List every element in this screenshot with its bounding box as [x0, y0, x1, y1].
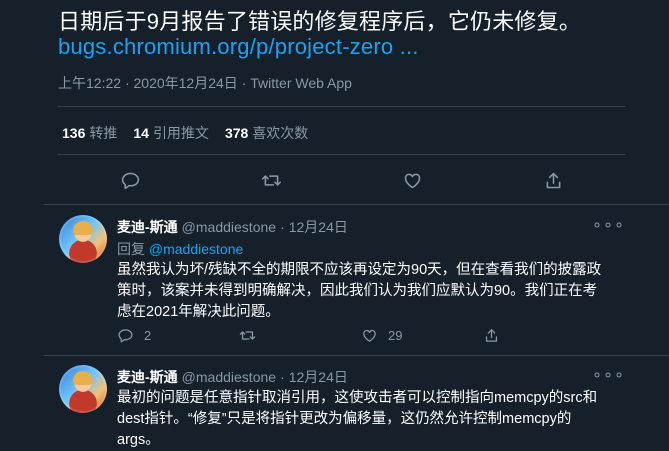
- tweet-link[interactable]: bugs.chromium.org/p/project-zero ...: [58, 34, 419, 60]
- reply-count: 2: [144, 328, 152, 343]
- author-name[interactable]: 麦迪-斯通: [117, 369, 178, 385]
- tweet-text-line: 日期后于9月报告了错误的修复程序后，它仍未修复。: [58, 9, 582, 34]
- reply-text: 最初的问题是任意指针取消引用，这使攻击者可以控制指向memcpy的src和 de…: [117, 388, 597, 451]
- quotes-stat[interactable]: 14 引用推文: [133, 123, 209, 143]
- reply-icon: [121, 172, 139, 189]
- tweet-meta: 上午12:22 · 2020年12月24日 · Twitter Web App: [58, 73, 352, 93]
- retweets-stat[interactable]: 136 转推: [62, 123, 117, 143]
- divider: [58, 106, 626, 107]
- reply-button[interactable]: 2: [117, 327, 239, 344]
- reply-tweet[interactable]: 麦迪-斯通 @maddiestone · 12月24日 ∘∘∘ 回复 @maddies…: [0, 205, 669, 355]
- reply-text: 虽然我认为坏/残缺不全的期限不应该再设定为90天，但在查看我们的披露政 策时，该…: [117, 260, 601, 323]
- reply-actions: 2 29: [117, 327, 605, 344]
- meta-separator: ·: [124, 75, 130, 91]
- reply-text-line: dest指针。“修复”只是将指针更改为偏移量，这仍然允许控制memcpy的: [117, 411, 572, 427]
- like-button[interactable]: [401, 168, 425, 192]
- share-button[interactable]: [542, 168, 566, 192]
- like-icon: [363, 329, 376, 342]
- avatar[interactable]: [59, 215, 107, 263]
- reply-text-line: 虑在2021年解决此问题。: [117, 304, 280, 320]
- divider: [58, 154, 626, 155]
- avatar[interactable]: [59, 365, 107, 413]
- reply-date[interactable]: 12月24日: [289, 219, 348, 235]
- share-icon: [485, 329, 498, 342]
- share-button[interactable]: [483, 327, 605, 344]
- retweet-icon: [261, 174, 281, 186]
- reply-header: 麦迪-斯通 @maddiestone · 12月24日: [117, 217, 348, 237]
- replying-to-link[interactable]: @maddiestone: [149, 241, 243, 257]
- tweet-stats: 136 转推 14 引用推文 378 喜欢次数: [62, 123, 308, 143]
- dot-separator: ·: [280, 219, 285, 235]
- reply-text-line: args。: [117, 432, 160, 448]
- likes-stat[interactable]: 378 喜欢次数: [225, 123, 308, 143]
- author-handle[interactable]: @maddiestone: [182, 369, 276, 385]
- share-icon: [547, 172, 561, 188]
- tweet-client: Twitter Web App: [250, 75, 352, 91]
- retweet-icon: [239, 331, 256, 340]
- dot-separator: ·: [280, 369, 285, 385]
- reply-text-line: 最初的问题是任意指针取消引用，这使攻击者可以控制指向memcpy的src和: [117, 390, 598, 406]
- retweet-button[interactable]: [259, 168, 283, 192]
- reply-tweet[interactable]: 麦迪-斯通 @maddiestone · 12月24日 ∘∘∘ 最初的问题是任意指针取…: [0, 356, 669, 450]
- more-icon[interactable]: ∘∘∘: [592, 215, 625, 235]
- replying-prefix: 回复: [117, 241, 145, 257]
- reply-button[interactable]: [118, 168, 142, 192]
- reply-icon: [118, 329, 133, 343]
- replying-to: 回复 @maddiestone: [117, 239, 243, 259]
- like-icon: [404, 173, 421, 188]
- author-handle[interactable]: @maddiestone: [182, 219, 276, 235]
- author-name[interactable]: 麦迪-斯通: [117, 219, 178, 235]
- tweet-action-bar: [58, 168, 626, 192]
- reply-text-line: 虽然我认为坏/残缺不全的期限不应该再设定为90天，但在查看我们的披露政: [117, 262, 602, 278]
- retweet-button[interactable]: [239, 327, 361, 344]
- more-icon[interactable]: ∘∘∘: [592, 365, 625, 385]
- tweet-time[interactable]: 上午12:22: [58, 75, 121, 91]
- reply-text-line: 策时，该案并未得到明确解决，因此我们认为我们应默认为90。我们正在考: [117, 283, 598, 299]
- like-button[interactable]: 29: [361, 327, 483, 344]
- tweet-date[interactable]: 2020年12月24日: [134, 75, 238, 91]
- like-count: 29: [388, 328, 403, 343]
- reply-date[interactable]: 12月24日: [289, 369, 348, 385]
- meta-separator: ·: [241, 75, 247, 91]
- reply-header: 麦迪-斯通 @maddiestone · 12月24日: [117, 367, 348, 387]
